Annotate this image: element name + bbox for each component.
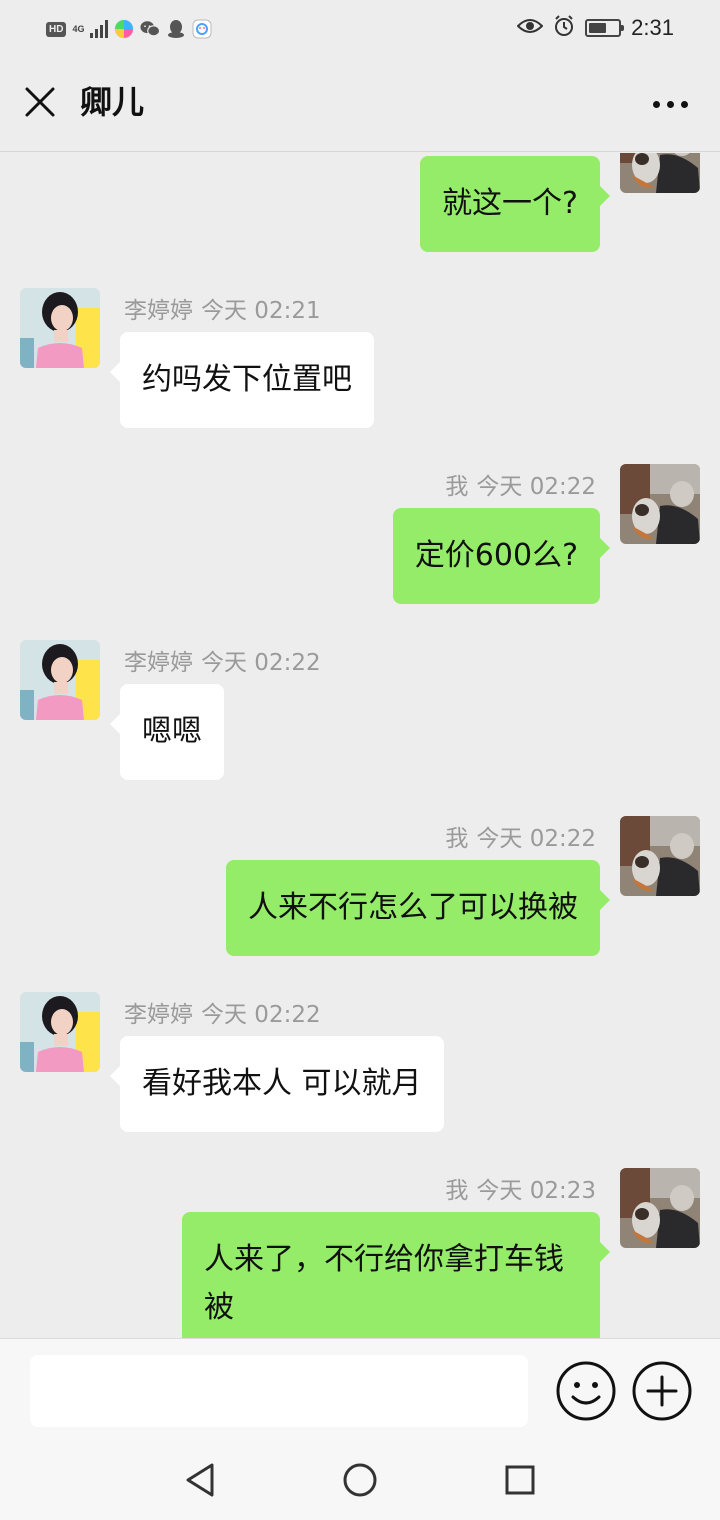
wechat-notification-icon: [140, 19, 161, 39]
message-time: 今天 02:21: [201, 298, 321, 324]
more-functions-button[interactable]: [630, 1359, 694, 1423]
sender-name: 李婷婷: [124, 298, 193, 324]
message-time: 今天 02:22: [201, 650, 321, 676]
close-button[interactable]: [20, 82, 60, 122]
message-time: 今天 02:22: [201, 1002, 321, 1028]
message-bubble-sent[interactable]: 人来了，不行给你拿打车钱被: [182, 1212, 610, 1338]
qq-notification-icon: [166, 19, 186, 39]
sender-name: 我: [445, 474, 469, 500]
my-avatar[interactable]: [620, 153, 700, 193]
message-bubble-sent[interactable]: 就这一个?: [420, 156, 610, 252]
eye-icon: [516, 16, 544, 40]
message-input[interactable]: [30, 1355, 528, 1427]
message-meta: 我今天 02:22: [445, 472, 596, 502]
home-icon: [343, 1463, 377, 1497]
input-bar: [0, 1338, 720, 1440]
more-icon-dot: [652, 100, 660, 108]
recents-button[interactable]: [500, 1460, 540, 1500]
message-bubble-sent[interactable]: 人来不行怎么了可以换被: [226, 860, 610, 956]
battery-icon: [585, 19, 625, 37]
signal-icon: [90, 20, 109, 38]
status-right-icons: 2:31: [516, 14, 674, 42]
more-icon-dot: [666, 100, 674, 108]
status-left-icons: HD 4G: [46, 16, 212, 42]
more-options-button[interactable]: [646, 86, 694, 122]
contact-avatar[interactable]: [20, 640, 100, 720]
message-meta: 李婷婷 今天 02:22: [124, 648, 321, 678]
chat-message-list[interactable]: 就这一个? 李婷婷 今天 02:21 约吗发下位置吧 我今天 02:22 定价60…: [0, 153, 720, 1338]
message-bubble-sent[interactable]: 定价600么?: [392, 508, 611, 604]
message-bubble-received[interactable]: 看好我本人 可以就月: [110, 1036, 444, 1132]
plus-icon: [632, 1361, 692, 1421]
hd-badge: HD: [46, 21, 67, 37]
sender-name: 我: [445, 826, 469, 852]
home-button[interactable]: [340, 1460, 380, 1500]
recents-icon: [505, 1465, 535, 1495]
app-notification-icon: [114, 19, 134, 39]
emoji-icon: [556, 1361, 616, 1421]
message-meta: 李婷婷 今天 02:21: [124, 296, 321, 326]
network-type: 4G: [72, 23, 85, 34]
emoji-button[interactable]: [554, 1359, 618, 1423]
message-bubble-received[interactable]: 嗯嗯: [110, 684, 224, 780]
chat-header: 卿儿: [0, 56, 720, 152]
message-bubble-received[interactable]: 约吗发下位置吧: [110, 332, 374, 428]
battery-fill: [589, 23, 606, 33]
message-time: 今天 02:23: [476, 1178, 596, 1204]
message-time: 今天 02:22: [476, 826, 596, 852]
my-avatar[interactable]: [620, 1168, 700, 1248]
alarm-icon: [553, 15, 575, 41]
contact-avatar[interactable]: [20, 992, 100, 1072]
more-icon-dot: [680, 100, 688, 108]
back-button[interactable]: [180, 1460, 220, 1500]
my-avatar[interactable]: [620, 464, 700, 544]
message-meta: 我今天 02:22: [445, 824, 596, 854]
my-avatar[interactable]: [620, 816, 700, 896]
message-time: 今天 02:22: [476, 474, 596, 500]
sender-name: 李婷婷: [124, 1002, 193, 1028]
system-nav-bar: [0, 1440, 720, 1520]
contact-avatar[interactable]: [20, 288, 100, 368]
app2-notification-icon: [192, 19, 212, 39]
status-time: 2:31: [631, 15, 674, 40]
message-meta: 李婷婷 今天 02:22: [124, 1000, 321, 1030]
chat-title: 卿儿: [80, 83, 145, 121]
status-bar: HD 4G 2:31: [0, 0, 720, 56]
sender-name: 李婷婷: [124, 650, 193, 676]
message-meta: 我今天 02:23: [445, 1176, 596, 1206]
close-icon: [25, 87, 55, 117]
back-icon: [186, 1463, 214, 1497]
sender-name: 我: [445, 1178, 469, 1204]
